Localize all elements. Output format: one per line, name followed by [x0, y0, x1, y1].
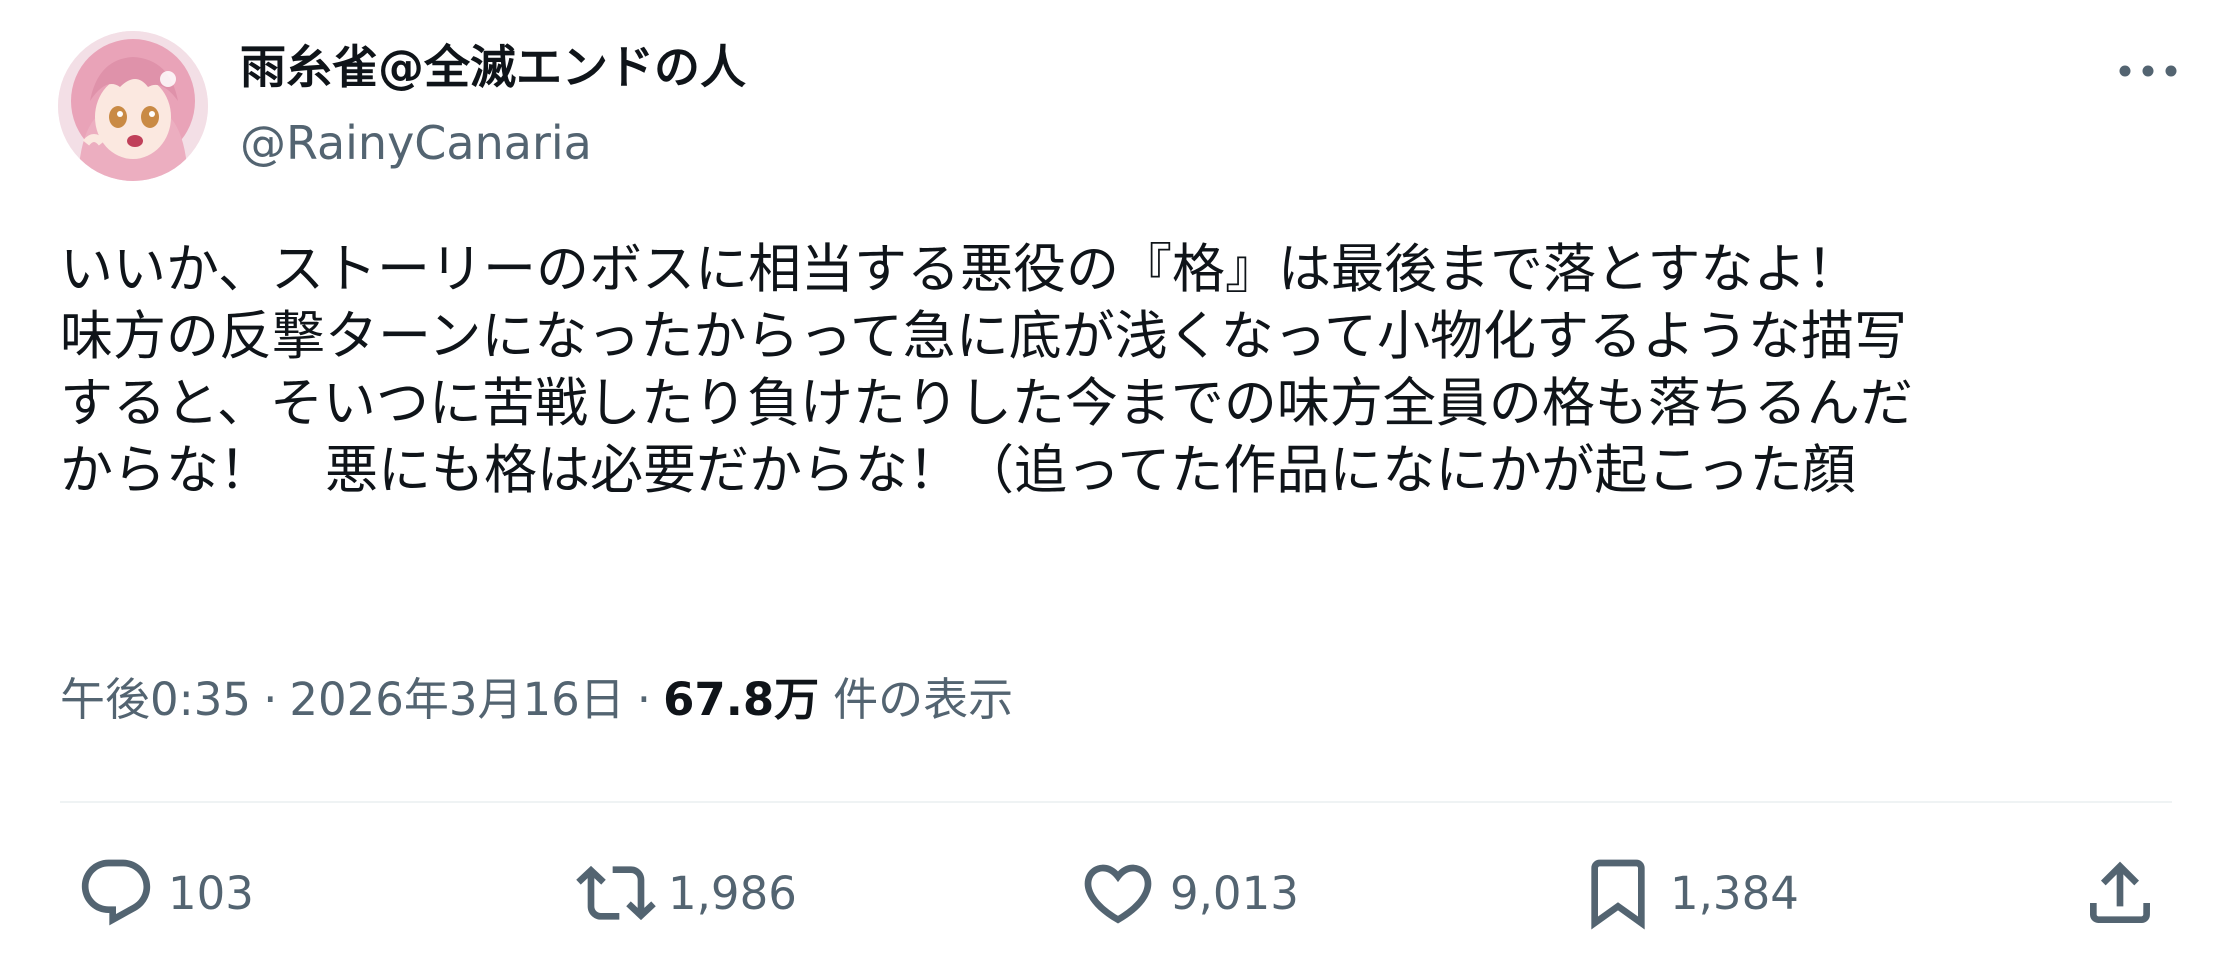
reply-count: 103 [168, 866, 254, 920]
like-count: 9,013 [1170, 866, 1299, 920]
tweet-text-line: すると、そいつに苦戦したり負けたりした今までの味方全員の格も落ちるんだ [60, 373, 1913, 434]
tweet-text-line: いいか、ストーリーのボスに相当する悪役の『格』は最後まで落とすなよ！ [60, 239, 1860, 300]
tweet-card: 雨糸雀@全滅エンドの人 @RainyCanaria いいか、ストーリーのボスに相… [0, 0, 2222, 977]
avatar-image [58, 31, 208, 181]
reply-icon [81, 859, 151, 926]
author-handle[interactable]: @RainyCanaria [240, 112, 592, 174]
divider [60, 801, 2172, 803]
post-date[interactable]: 2026年3月16日 [289, 673, 624, 726]
more-options-button[interactable] [2108, 46, 2188, 96]
meta-separator: · [636, 673, 652, 726]
reply-button[interactable]: 103 [76, 848, 254, 938]
share-button[interactable] [2080, 848, 2160, 938]
like-button[interactable]: 9,013 [1078, 848, 1299, 938]
tweet-meta: 午後0:35 · 2026年3月16日 · 67.8万 件の表示 [60, 668, 1013, 732]
tweet-text-line: からな！ 悪にも格は必要だからな！（追ってた作品になにかが起こった顔 [60, 440, 1856, 501]
retweet-icon [576, 865, 656, 921]
bookmark-button[interactable]: 1,384 [1578, 848, 1799, 938]
tweet-text-line: 味方の反撃ターンになったからって急に底が浅くなって小物化するような描写 [60, 306, 1908, 367]
action-bar: 103 1,986 9,013 1,384 [0, 848, 2222, 938]
tweet-text: いいか、ストーリーのボスに相当する悪役の『格』は最後まで落とすなよ！ 味方の反撃… [60, 236, 2180, 504]
heart-icon [1084, 864, 1152, 924]
post-time[interactable]: 午後0:35 [60, 673, 251, 726]
retweet-count: 1,986 [668, 866, 797, 920]
share-icon [2090, 861, 2150, 923]
retweet-button[interactable]: 1,986 [576, 848, 797, 938]
views-count: 67.8万 [663, 673, 820, 726]
meta-separator: · [263, 673, 278, 726]
more-horizontal-icon [2119, 65, 2177, 77]
author-display-name[interactable]: 雨糸雀@全滅エンドの人 [240, 36, 746, 98]
views-label: 件の表示 [833, 673, 1014, 726]
bookmark-icon [1591, 859, 1645, 930]
bookmark-count: 1,384 [1670, 866, 1799, 920]
avatar[interactable] [58, 31, 208, 181]
